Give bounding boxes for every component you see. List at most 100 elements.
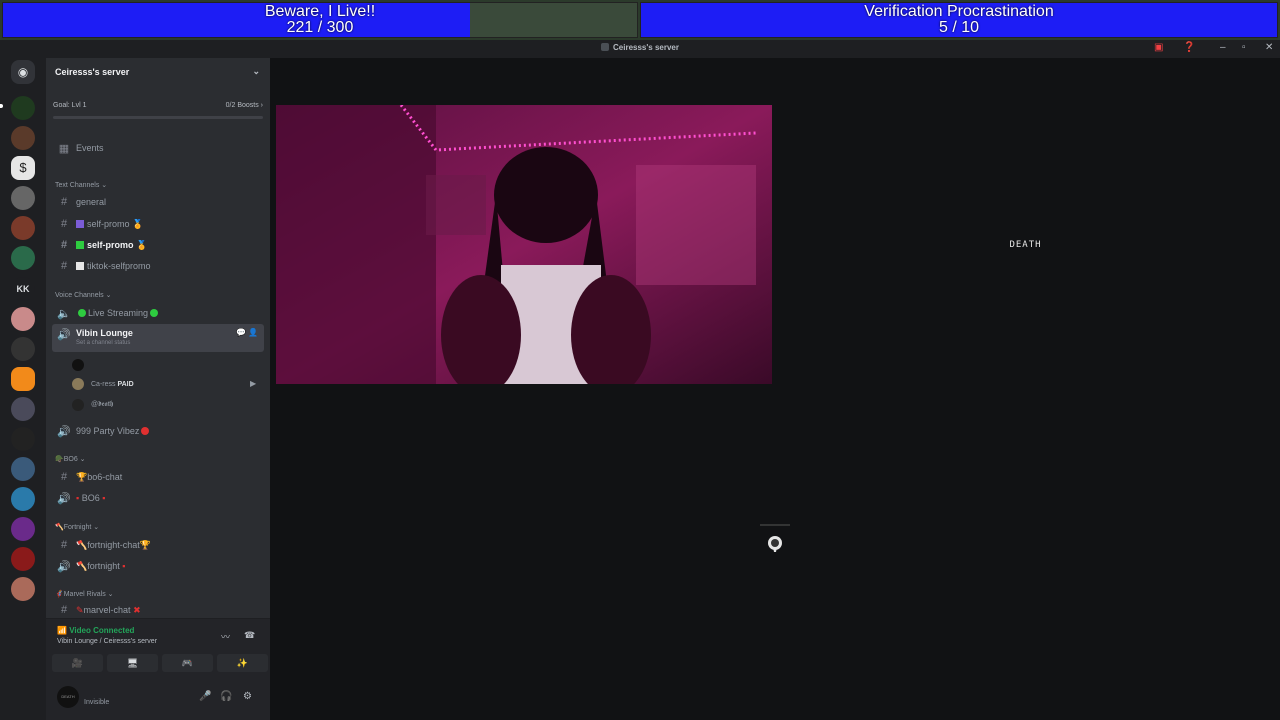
server-icon[interactable] — [11, 367, 35, 391]
minimize-icon[interactable]: – — [1220, 42, 1226, 53]
video-tile[interactable] — [276, 105, 772, 384]
server-icon-kk[interactable]: KK — [11, 277, 35, 301]
stream-video — [276, 105, 772, 384]
channel-label: tiktok-selfpromo — [87, 261, 151, 271]
hash-icon: # — [60, 239, 68, 251]
medal-icon: 🏅 — [136, 239, 148, 250]
white-square-icon — [76, 262, 84, 270]
channel-bo6-voice[interactable]: 🔊 ▪ BO6 ▪ — [52, 488, 264, 508]
server-rail: ◉ $ KK — [0, 58, 46, 720]
red-icon: ▪ — [102, 493, 106, 503]
channel-fortnight-voice[interactable]: 🔊 🪓 fortnight ▪ — [52, 556, 264, 576]
mic-icon[interactable]: 🎤 — [199, 691, 211, 702]
user-tile-death[interactable]: DEATH — [776, 105, 1274, 384]
server-icon[interactable] — [11, 487, 35, 511]
channel-label: Live Streaming — [88, 308, 149, 318]
speaker-icon: 🔊 — [57, 425, 71, 438]
channel-fortnight-chat[interactable]: # 🪓 fortnight-chat 🏆 — [52, 535, 264, 555]
server-icon[interactable] — [11, 126, 35, 150]
server-icon[interactable] — [11, 337, 35, 361]
channel-live-streaming[interactable]: 🔈 Live Streaming — [52, 303, 264, 323]
server-icon[interactable]: $ — [11, 156, 35, 180]
category-label: Marvel Rivals — [63, 591, 106, 598]
channel-status-hint[interactable]: Set a channel status — [76, 340, 130, 346]
screen-share-icon: 🖥 — [126, 657, 139, 668]
server-icon[interactable] — [11, 547, 35, 571]
inbox-icon[interactable]: ▣ — [1154, 42, 1163, 53]
voice-user-name: Ca-ress — [91, 380, 116, 388]
events-label: Events — [76, 143, 104, 153]
channel-party-vibez[interactable]: 🔊 999 Party Vibez — [52, 421, 264, 441]
server-icon[interactable] — [11, 427, 35, 451]
chat-icon[interactable]: 💬 — [236, 328, 246, 337]
speaker-icon: 🔊 — [57, 329, 71, 341]
activity-button[interactable]: 🎮 — [162, 654, 213, 672]
speaker-icon: 🔊 — [57, 492, 71, 505]
hash-icon: # — [60, 260, 68, 272]
hash-icon: # — [60, 539, 68, 551]
category-label: Text Channels — [55, 182, 100, 189]
red-icon: ✎ — [76, 604, 84, 615]
server-icon[interactable] — [11, 96, 35, 120]
category-text-channels[interactable]: Text Channels ⌄ — [55, 181, 107, 189]
voice-user[interactable]: Ca-ress PAID — [72, 378, 134, 390]
server-icon[interactable] — [11, 246, 35, 270]
events-item[interactable]: ▦ Events — [52, 138, 264, 158]
server-icon[interactable] — [11, 307, 35, 331]
rtc-status-label: Video Connected — [69, 626, 135, 635]
goal-bar-2: Verification Procrastination 5 / 10 — [640, 2, 1278, 38]
server-icon[interactable] — [11, 577, 35, 601]
gear-icon[interactable]: ⚙ — [243, 691, 252, 702]
maximize-icon[interactable]: ▫ — [1242, 42, 1246, 53]
avatar[interactable]: DEATH — [57, 686, 79, 708]
boost-progress-bar — [53, 116, 263, 119]
channel-tiktok-selfpromo[interactable]: # tiktok-selfpromo — [52, 256, 264, 276]
category-bo6[interactable]: 🪖BO6 ⌄ — [55, 455, 86, 463]
trophy-icon: 🏆 — [76, 471, 88, 482]
channel-general[interactable]: # general — [52, 192, 264, 212]
close-icon[interactable]: ✕ — [1265, 42, 1273, 53]
camera-icon: ▶ — [250, 379, 257, 388]
channel-vibin-lounge[interactable]: 🔊 Vibin Lounge Set a channel status 💬 👤 — [52, 324, 264, 352]
user-status: Invisible — [84, 699, 110, 706]
green-square-icon — [76, 241, 84, 249]
red-circle-icon — [141, 427, 150, 435]
server-icon[interactable] — [11, 397, 35, 421]
category-fortnight[interactable]: 🪓Fortnight ⌄ — [55, 523, 99, 531]
help-icon[interactable]: ❓ — [1183, 42, 1195, 53]
camera-button[interactable]: 🎥 — [52, 654, 103, 672]
channel-marvel-chat[interactable]: # ✎ marvel-chat ✖ — [52, 602, 264, 618]
soundboard-button[interactable]: ✨ — [217, 654, 268, 672]
voice-user[interactable]: @𝖉𝖊𝖆𝖙𝖍 — [72, 399, 113, 411]
headphones-icon[interactable]: 🎧 — [220, 691, 232, 702]
channel-self-promo-1[interactable]: # self-promo 🏅 — [52, 214, 264, 234]
server-header[interactable]: Ceiresss's server ⌄ — [46, 58, 270, 86]
screen-share-button[interactable]: 🖥 — [107, 654, 158, 672]
hangup-icon[interactable]: ☎ — [244, 630, 255, 641]
noise-suppression-icon[interactable]: 〰 — [221, 630, 230, 643]
server-icon — [601, 43, 610, 51]
channel-bo6-chat[interactable]: # 🏆 bo6-chat — [52, 467, 264, 487]
category-marvel-rivals[interactable]: 🦸Marvel Rivals ⌄ — [55, 590, 114, 598]
server-icon[interactable] — [11, 517, 35, 541]
server-icon[interactable] — [11, 186, 35, 210]
speaking-avatar[interactable] — [758, 523, 792, 557]
rtc-status[interactable]: 📶 Video Connected — [57, 626, 134, 635]
category-voice-channels[interactable]: Voice Channels ⌄ — [55, 291, 111, 299]
discord-icon[interactable]: ◉ — [11, 60, 35, 84]
server-icon[interactable] — [11, 216, 35, 240]
boost-goal[interactable]: Goal: Lvl 1 0/2 Boosts › — [53, 102, 263, 119]
hash-icon: # — [60, 471, 68, 483]
server-icon[interactable] — [11, 457, 35, 481]
green-circle-icon — [78, 309, 86, 317]
add-user-icon[interactable]: 👤 — [248, 328, 258, 337]
rtc-channel[interactable]: Vibin Lounge / Ceiresss's server — [57, 638, 157, 645]
window-titlebar: Ceiresss's server ▣ ❓ – ▫ ✕ — [0, 40, 1280, 58]
voice-user[interactable] — [72, 359, 91, 371]
avatar — [72, 399, 84, 411]
goal-bar-1-count: 221 / 300 — [286, 19, 354, 36]
signal-icon: 📶 — [57, 626, 67, 635]
unread-pip — [0, 104, 3, 108]
channel-self-promo-2[interactable]: # self-promo 🏅 — [52, 235, 264, 255]
server-name: Ceiresss's server — [55, 67, 130, 77]
